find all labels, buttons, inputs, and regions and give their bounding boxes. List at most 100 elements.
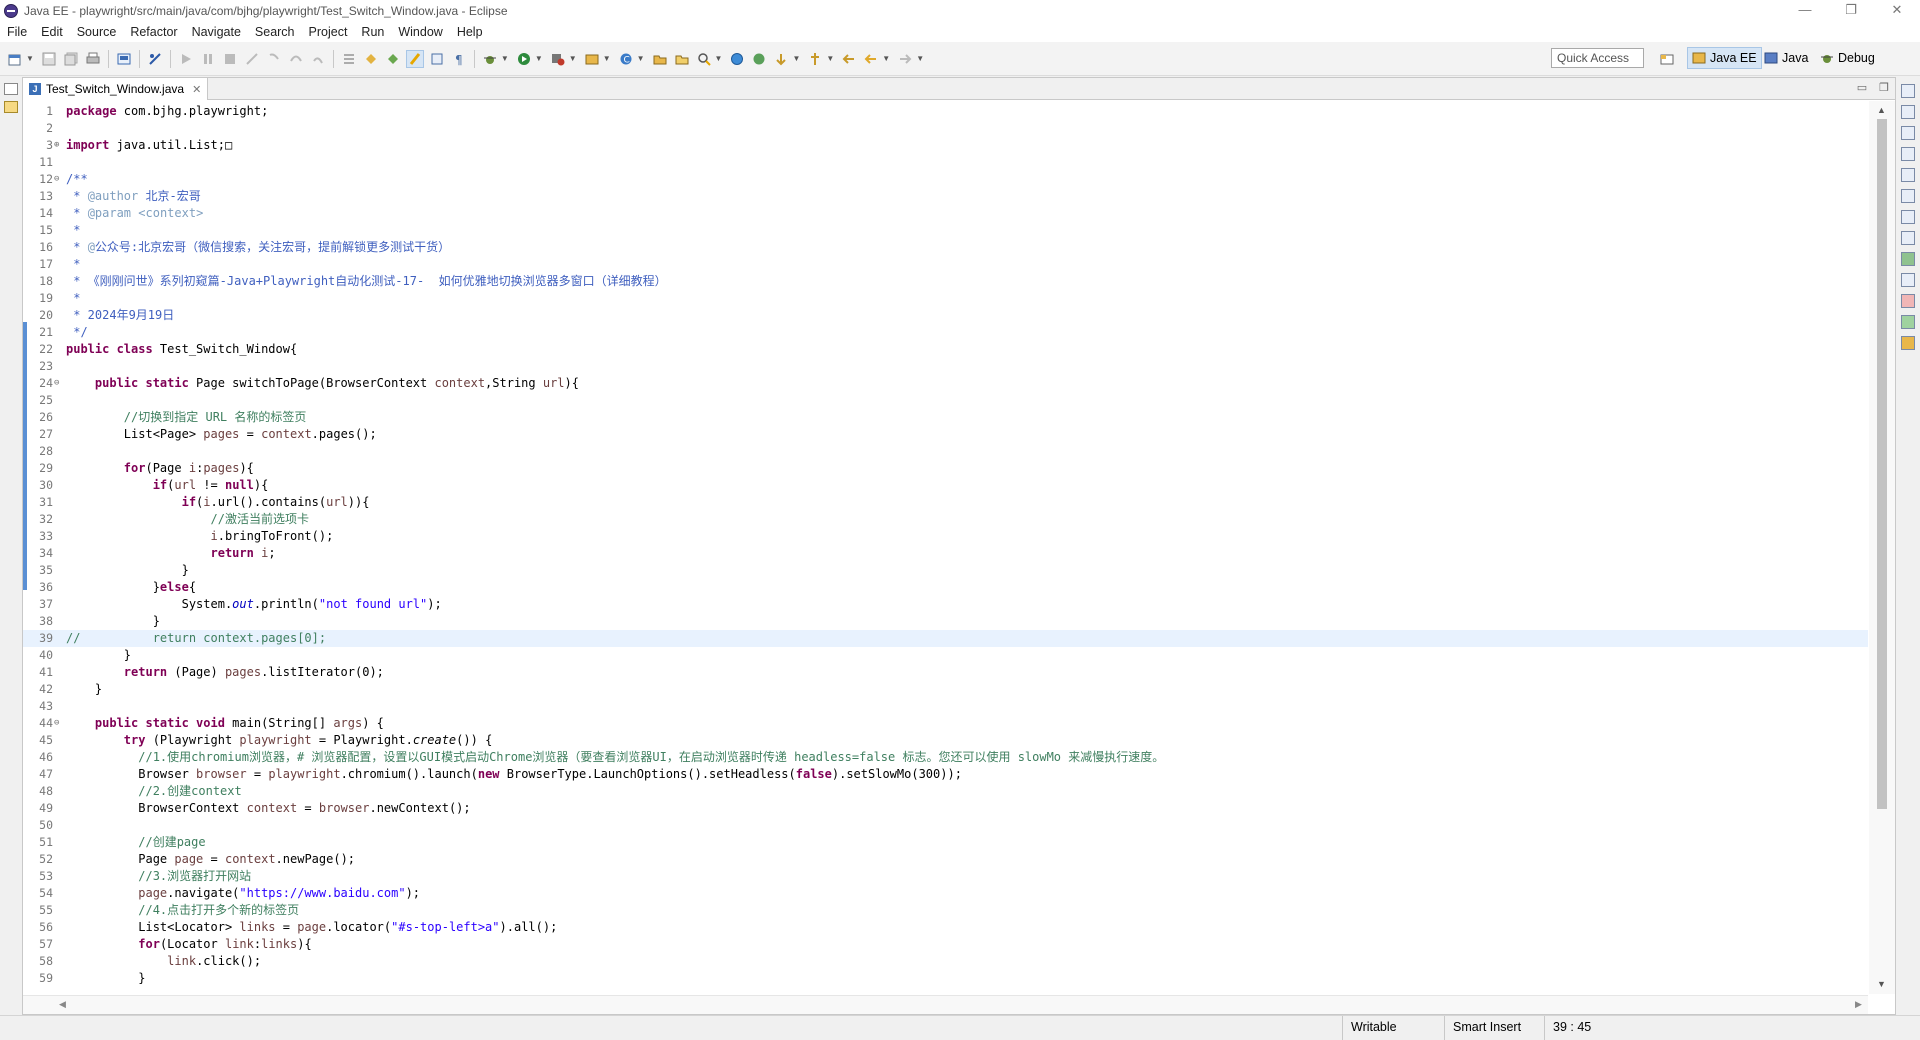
code-line[interactable]: 29 for(Page i:pages){ — [23, 460, 1868, 477]
code-line[interactable]: 35 } — [23, 562, 1868, 579]
horizontal-scrollbar[interactable]: ◀ ▶ — [23, 995, 1868, 1014]
code-line[interactable]: 21 */ — [23, 324, 1868, 341]
pin-dropdown-icon[interactable]: ▼ — [826, 54, 834, 63]
close-button[interactable]: ✕ — [1874, 0, 1920, 22]
code-line[interactable]: 50 — [23, 817, 1868, 834]
collapse-fold-icon[interactable]: ⊖ — [54, 375, 63, 392]
data-source-explorer-icon[interactable] — [1901, 252, 1915, 266]
code-line[interactable]: 52 Page page = context.newPage(); — [23, 851, 1868, 868]
next-edit-location-icon[interactable] — [772, 50, 790, 68]
code-text[interactable]: i.bringToFront(); — [66, 528, 334, 545]
code-line[interactable]: 45 try (Playwright playwright = Playwrig… — [23, 732, 1868, 749]
code-text[interactable]: }else{ — [66, 579, 196, 596]
quick-access-input[interactable]: Quick Access — [1551, 48, 1644, 68]
task-list-icon[interactable] — [1901, 126, 1915, 140]
outline-view-icon[interactable] — [1901, 105, 1915, 119]
step-into-icon[interactable] — [265, 50, 283, 68]
code-text[interactable]: } — [66, 681, 102, 698]
suspend-icon[interactable] — [199, 50, 217, 68]
code-text[interactable]: page.navigate("https://www.baidu.com"); — [66, 885, 420, 902]
web-browser-icon[interactable] — [750, 50, 768, 68]
code-line[interactable]: 36 }else{ — [23, 579, 1868, 596]
code-line[interactable]: 16 * @公众号:北京宏哥（微信搜索，关注宏哥，提前解锁更多测试干货） — [23, 239, 1868, 256]
code-line[interactable]: 30 if(url != null){ — [23, 477, 1868, 494]
problems-view-icon[interactable] — [1901, 294, 1915, 308]
code-line[interactable]: 18 * 《刚刚问世》系列初窥篇-Java+Playwright自动化测试-17… — [23, 273, 1868, 290]
code-text[interactable]: link.click(); — [66, 953, 261, 970]
collapse-fold-icon[interactable]: ⊖ — [54, 715, 63, 732]
code-line[interactable]: 49 BrowserContext context = browser.newC… — [23, 800, 1868, 817]
previous-annotation-icon[interactable] — [384, 50, 402, 68]
menu-refactor[interactable]: Refactor — [123, 22, 184, 42]
scroll-thumb[interactable] — [1877, 119, 1887, 809]
scroll-left-icon[interactable]: ◀ — [59, 999, 66, 1010]
code-text[interactable]: public static void main(String[] args) { — [66, 715, 384, 732]
code-line[interactable]: 38 } — [23, 613, 1868, 630]
perspective-java-ee[interactable]: Java EE — [1687, 47, 1762, 69]
code-text[interactable]: } — [66, 562, 189, 579]
code-line[interactable]: 23 — [23, 358, 1868, 375]
code-text[interactable]: package com.bjhg.playwright; — [66, 103, 268, 120]
properties-view-icon[interactable] — [1901, 189, 1915, 203]
code-text[interactable]: return i; — [66, 545, 276, 562]
code-line[interactable]: 2 — [23, 120, 1868, 137]
code-line[interactable]: 55 //4.点击打开多个新的标签页 — [23, 902, 1868, 919]
resume-icon[interactable] — [177, 50, 195, 68]
code-text[interactable]: //3.浏览器打开网站 — [66, 868, 251, 885]
code-text[interactable]: import java.util.List;□ — [66, 137, 232, 154]
code-text[interactable]: } — [66, 613, 160, 630]
code-text[interactable]: BrowserContext context = browser.newCont… — [66, 800, 470, 817]
code-text[interactable]: */ — [66, 324, 87, 341]
code-line[interactable]: 1 package com.bjhg.playwright; — [23, 103, 1868, 120]
code-line[interactable]: 42 } — [23, 681, 1868, 698]
code-line[interactable]: 39 // return context.pages[0]; — [23, 630, 1868, 647]
code-text[interactable]: //1.使用chromium浏览器，# 浏览器配置，设置以GUI模式启动Chro… — [66, 749, 1164, 766]
code-line[interactable]: 58 link.click(); — [23, 953, 1868, 970]
disconnect-icon[interactable] — [243, 50, 261, 68]
step-over-icon[interactable] — [287, 50, 305, 68]
terminal-view-icon[interactable] — [1901, 336, 1915, 350]
code-line[interactable]: 25 — [23, 392, 1868, 409]
scroll-up-icon[interactable]: ▲ — [1877, 105, 1886, 115]
code-line[interactable]: 31 if(i.url().contains(url)){ — [23, 494, 1868, 511]
code-text[interactable]: } — [66, 970, 145, 987]
code-line[interactable]: 17 * — [23, 256, 1868, 273]
menu-edit[interactable]: Edit — [34, 22, 70, 42]
run-icon[interactable] — [515, 50, 533, 68]
code-text[interactable]: * @param <context> — [66, 205, 203, 222]
code-text[interactable]: System.out.println("not found url"); — [66, 596, 442, 613]
new-dropdown-icon[interactable]: ▼ — [26, 54, 34, 63]
edit-location-dropdown-icon[interactable]: ▼ — [792, 54, 800, 63]
code-line[interactable]: 51 //创建page — [23, 834, 1868, 851]
open-perspective-icon[interactable] — [1658, 50, 1676, 68]
code-line[interactable]: 14 * @param <context> — [23, 205, 1868, 222]
new-class-dropdown-icon[interactable]: ▼ — [637, 54, 645, 63]
code-text[interactable]: //激活当前选项卡 — [66, 511, 309, 528]
code-text[interactable]: List<Locator> links = page.locator("#s-t… — [66, 919, 557, 936]
skip-breakpoints-icon[interactable] — [146, 50, 164, 68]
use-step-filters-icon[interactable] — [340, 50, 358, 68]
save-icon[interactable] — [40, 50, 58, 68]
console-icon[interactable] — [115, 50, 133, 68]
menu-window[interactable]: Window — [391, 22, 449, 42]
perspective-java[interactable]: Java — [1760, 47, 1812, 69]
code-text[interactable]: public class Test_Switch_Window{ — [66, 341, 297, 358]
expand-fold-icon[interactable]: ⊕ — [54, 137, 63, 154]
run-on-server-icon[interactable] — [549, 50, 567, 68]
scroll-right-icon[interactable]: ▶ — [1855, 999, 1862, 1010]
search-icon[interactable] — [695, 50, 713, 68]
block-selection-icon[interactable] — [428, 50, 446, 68]
code-line[interactable]: 11 — [23, 154, 1868, 171]
open-task-icon[interactable] — [673, 50, 691, 68]
code-text[interactable]: Page page = context.newPage(); — [66, 851, 355, 868]
code-line[interactable]: 56 List<Locator> links = page.locator("#… — [23, 919, 1868, 936]
code-line[interactable]: 44 ⊖ public static void main(String[] arg… — [23, 715, 1868, 732]
code-text[interactable]: Browser browser = playwright.chromium().… — [66, 766, 962, 783]
forward-dropdown-icon[interactable]: ▼ — [916, 54, 924, 63]
back-dropdown-icon[interactable]: ▼ — [882, 54, 890, 63]
restore-button[interactable]: ❐ — [1828, 0, 1874, 22]
minimize-button[interactable]: — — [1782, 0, 1828, 22]
code-text[interactable]: return (Page) pages.listIterator(0); — [66, 664, 384, 681]
restore-view-icon[interactable] — [1901, 84, 1915, 98]
collapse-fold-icon[interactable]: ⊖ — [54, 171, 63, 188]
